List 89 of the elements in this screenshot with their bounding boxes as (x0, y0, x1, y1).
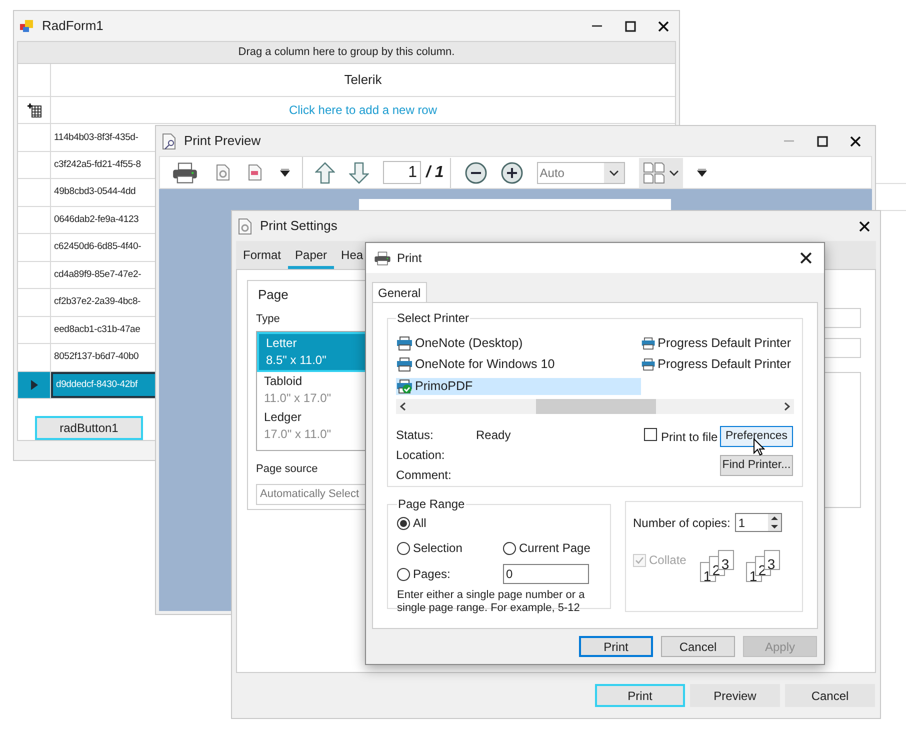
field-label: Status: (396, 427, 434, 444)
close-icon[interactable] (800, 252, 812, 264)
page-total: / 1 (426, 158, 451, 188)
maximize-icon[interactable] (817, 136, 828, 146)
close-icon[interactable] (658, 20, 669, 32)
printer-icon[interactable] (172, 162, 198, 184)
row-header[interactable] (18, 372, 51, 398)
button[interactable]: Print (579, 636, 653, 657)
page-sheet: 3 (718, 550, 734, 570)
group-title: Page (258, 286, 288, 304)
tab[interactable]: General (372, 282, 427, 302)
group-panel: Drag a column here to group by this column. (18, 42, 675, 64)
pages-icon (642, 162, 665, 184)
window-title: Print Preview (184, 132, 262, 150)
spin-arrows-icon (768, 514, 782, 531)
preferences-button[interactable]: Preferences (720, 426, 793, 447)
column-header[interactable]: Telerik (51, 64, 675, 96)
printer-item[interactable]: Progress Default Printer (641, 356, 791, 374)
chevron-right-icon (784, 402, 790, 411)
paper-size: 17.0" x 11.0" (264, 426, 332, 443)
status-value: Ready (476, 427, 512, 444)
printer-icon (396, 357, 413, 372)
checkbox: Collate (633, 550, 686, 569)
printer-icon (641, 336, 656, 351)
field-label: Number of copies: (633, 514, 730, 532)
scrollbar[interactable] (396, 399, 794, 414)
rad-button[interactable]: radButton1 (35, 416, 143, 440)
zoom-out-icon[interactable] (464, 162, 487, 184)
field-label: Type (256, 312, 280, 326)
tab[interactable]: Format (236, 241, 288, 269)
printer-list[interactable]: OneNote (Desktop) OneNote for Windows 10 PrimoPDF Progress Default Printer Progress Default Printer (396, 327, 794, 399)
window-title: Print Settings (260, 217, 338, 236)
radio-button[interactable]: Current Page (503, 539, 590, 557)
overflow-icon[interactable] (696, 168, 707, 176)
pages-field[interactable]: 0 (503, 564, 589, 584)
paper-size: 8.5" x 11.0" (266, 352, 326, 369)
button[interactable]: Cancel (785, 684, 875, 707)
hint-text: Enter either a single page number or a single page range. For example, 5-12 (397, 589, 586, 615)
checkbox[interactable]: Print to file (644, 426, 720, 484)
printer-item[interactable]: PrimoPDF (396, 378, 641, 395)
button[interactable]: Preview (690, 684, 780, 707)
group-title: Select Printer (396, 310, 470, 327)
printer-item[interactable]: OneNote for Windows 10 (396, 356, 641, 374)
paper-size: 11.0" x 17.0" (264, 390, 332, 407)
page-layout-button[interactable] (638, 158, 683, 188)
field-label: Location: (396, 447, 446, 464)
radio-button[interactable]: Selection (397, 539, 462, 557)
close-icon[interactable] (859, 220, 870, 232)
radio-button[interactable]: Pages: (397, 565, 450, 583)
default-printer-icon (396, 378, 413, 394)
field-label: Page source (256, 462, 318, 477)
chevron-down-icon (668, 170, 679, 176)
printer-icon (374, 250, 391, 266)
copies-spinner[interactable]: 1 (735, 513, 782, 532)
maximize-icon[interactable] (625, 20, 636, 32)
app-icon (20, 19, 34, 33)
window-title: RadForm1 (42, 17, 104, 36)
paper-name: Letter (266, 335, 297, 352)
checkmark-icon (635, 556, 644, 564)
page-number-field[interactable]: 1 (383, 161, 421, 184)
zoom-in-icon[interactable] (500, 162, 523, 184)
field-label: Comment: (396, 467, 452, 484)
button[interactable]: Cancel (661, 636, 735, 657)
settings-page-icon (238, 218, 252, 234)
overflow-icon[interactable] (280, 168, 290, 176)
printer-item[interactable]: OneNote (Desktop) (396, 335, 641, 352)
printer-item[interactable]: Progress Default Printer (641, 335, 791, 352)
arrow-down-icon[interactable] (349, 162, 369, 184)
window-title: Print (397, 250, 423, 267)
group-title: Page Range (397, 496, 466, 513)
current-row-icon (30, 380, 38, 390)
add-row-icon (26, 102, 42, 118)
close-icon[interactable] (850, 136, 861, 146)
cursor-icon (753, 438, 765, 456)
find-printer-button[interactable]: Find Printer... (720, 455, 793, 476)
paper-name: Ledger (264, 409, 302, 426)
page-settings-icon[interactable] (216, 164, 230, 181)
button[interactable]: Print (595, 684, 685, 707)
page-sheet: 3 (764, 550, 780, 570)
zoom-dropdown[interactable]: Auto (536, 162, 625, 184)
chevron-down-icon (608, 170, 619, 176)
paper-name: Tabloid (264, 373, 302, 390)
radio-button[interactable]: All (397, 514, 426, 532)
document-icon[interactable] (248, 164, 262, 181)
printer-icon (396, 336, 413, 351)
preview-icon (162, 132, 176, 150)
arrow-up-icon[interactable] (315, 162, 335, 184)
chevron-left-icon (400, 402, 406, 411)
printer-icon (641, 357, 656, 372)
